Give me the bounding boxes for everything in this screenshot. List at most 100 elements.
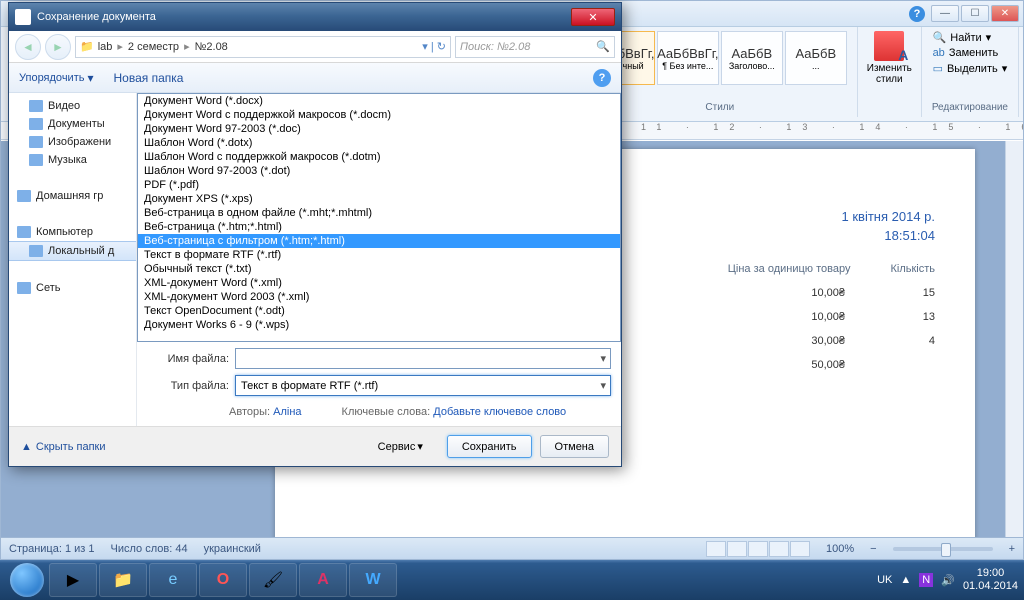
nav-back-button[interactable]: ◄ <box>15 34 41 60</box>
zoom-minus-icon[interactable]: − <box>870 543 876 555</box>
tray-volume-icon[interactable]: 🔊 <box>941 574 955 587</box>
taskbar-item-opera[interactable]: O <box>199 563 247 597</box>
find-button[interactable]: 🔍Найти ▾ <box>933 31 1008 44</box>
search-input[interactable]: Поиск: №2.08 <box>455 36 615 58</box>
tray-clock[interactable]: 19:0001.04.2014 <box>963 567 1018 593</box>
col-price: Ціна за одиницю товару <box>728 263 851 275</box>
minimize-icon[interactable]: — <box>931 5 959 22</box>
filetype-option[interactable]: Обычный текст (*.txt) <box>138 262 620 276</box>
style-gallery-item[interactable]: АаБбВвГг,¶ Без инте... <box>657 31 719 85</box>
nav-item <box>9 261 136 279</box>
nav-item[interactable]: Музыка <box>9 151 136 169</box>
filetype-option[interactable]: Шаблон Word 97-2003 (*.dot) <box>138 164 620 178</box>
zoom-slider[interactable] <box>893 547 993 551</box>
taskbar-item-word[interactable]: W <box>349 563 397 597</box>
vertical-scrollbar[interactable] <box>1005 141 1023 537</box>
filetype-option[interactable]: Текст OpenDocument (*.odt) <box>138 304 620 318</box>
filetype-option[interactable]: Документ Word 97-2003 (*.doc) <box>138 122 620 136</box>
save-button[interactable]: Сохранить <box>447 435 532 458</box>
dialog-toolbar: Упорядочить ▾ Новая папка ? <box>9 63 621 93</box>
status-language[interactable]: украинский <box>204 543 261 555</box>
ribbon-group-editing: 🔍Найти ▾ abЗаменить ▭Выделить ▾ Редактир… <box>922 27 1019 117</box>
filetype-option[interactable]: XML-документ Word (*.xml) <box>138 276 620 290</box>
save-dialog: Сохранение документа ✕ ◄ ► 📁 lab▸ 2 семе… <box>8 2 622 467</box>
style-gallery-item[interactable]: АаБбВЗаголово... <box>721 31 783 85</box>
nav-item <box>9 169 136 187</box>
filetype-option[interactable]: XML-документ Word 2003 (*.xml) <box>138 290 620 304</box>
nav-item[interactable]: Локальный д <box>9 241 136 261</box>
filetype-option[interactable]: Документ Word (*.docx) <box>138 94 620 108</box>
filetype-option[interactable]: Документ Works 6 - 9 (*.wps) <box>138 318 620 332</box>
dialog-titlebar: Сохранение документа ✕ <box>9 3 621 31</box>
filetype-option[interactable]: Веб-страница с фильтром (*.htm;*.html) <box>138 234 620 248</box>
view-buttons[interactable] <box>706 541 810 557</box>
filetype-dropdown-list[interactable]: Документ Word (*.docx)Документ Word с по… <box>137 93 621 342</box>
start-button[interactable] <box>6 560 48 600</box>
nav-item[interactable]: Компьютер <box>9 223 136 241</box>
filename-input[interactable] <box>235 348 611 369</box>
style-gallery-item[interactable]: АаБбВ... <box>785 31 847 85</box>
filetype-option[interactable]: Шаблон Word (*.dotx) <box>138 136 620 150</box>
filetype-combo[interactable]: Текст в формате RTF (*.rtf) <box>235 375 611 396</box>
folder-icon <box>29 136 43 148</box>
dialog-icon <box>15 9 31 25</box>
nav-item[interactable]: Домашняя гр <box>9 187 136 205</box>
filetype-option[interactable]: Шаблон Word с поддержкой макросов (*.dot… <box>138 150 620 164</box>
authors-value[interactable]: Аліна <box>273 406 301 418</box>
breadcrumb[interactable]: 📁 lab▸ 2 семестр▸ №2.08 ▾ | ↻ <box>75 36 451 58</box>
taskbar-item-explorer[interactable]: 📁 <box>99 563 147 597</box>
chevron-down-icon: ▾ <box>417 440 423 453</box>
ribbon-group-change-styles: Изменить стили <box>858 27 922 117</box>
replace-button[interactable]: abЗаменить <box>933 47 1008 59</box>
dialog-footer: ▲Скрыть папки Сервис ▾ Сохранить Отмена <box>9 426 621 466</box>
tags-value[interactable]: Добавьте ключевое слово <box>433 406 566 418</box>
tools-button[interactable]: Сервис ▾ <box>378 440 423 453</box>
ribbon-group-styles: АаБбВвГг,ОбычныйАаБбВвГг,¶ Без инте...Аа… <box>583 27 858 117</box>
filetype-option[interactable]: Текст в формате RTF (*.rtf) <box>138 248 620 262</box>
change-styles-button[interactable]: Изменить стили <box>865 31 913 85</box>
nav-forward-button[interactable]: ► <box>45 34 71 60</box>
status-zoom[interactable]: 100% <box>826 543 854 555</box>
status-words[interactable]: Число слов: 44 <box>111 543 188 555</box>
select-button[interactable]: ▭Выделить ▾ <box>933 62 1008 75</box>
system-tray[interactable]: UK ▲ N 🔊 19:0001.04.2014 <box>877 567 1018 593</box>
nav-item[interactable]: Видео <box>9 97 136 115</box>
taskbar-item-ie[interactable]: e <box>149 563 197 597</box>
taskbar: ▶ 📁 e O 🖌 A W UK ▲ N 🔊 19:0001.04.2014 <box>0 560 1024 600</box>
chevron-up-icon: ▲ <box>21 441 32 453</box>
nav-item[interactable]: Сеть <box>9 279 136 297</box>
help-icon[interactable]: ? <box>909 6 925 22</box>
folder-icon <box>17 226 31 238</box>
taskbar-item-media[interactable]: ▶ <box>49 563 97 597</box>
tray-onenote-icon[interactable]: N <box>919 573 933 587</box>
hide-folders-button[interactable]: ▲Скрыть папки <box>21 441 105 453</box>
select-icon: ▭ <box>933 62 943 75</box>
filetype-option[interactable]: Веб-страница в одном файле (*.mht;*.mhtm… <box>138 206 620 220</box>
new-folder-button[interactable]: Новая папка <box>114 71 184 85</box>
nav-item[interactable]: Изображени <box>9 133 136 151</box>
folder-icon <box>29 154 43 166</box>
dialog-close-button[interactable]: ✕ <box>571 8 615 26</box>
cancel-button[interactable]: Отмена <box>540 435 609 458</box>
filetype-option[interactable]: PDF (*.pdf) <box>138 178 620 192</box>
tray-lang[interactable]: UK <box>877 574 892 586</box>
replace-icon: ab <box>933 47 945 59</box>
taskbar-item-paint[interactable]: 🖌 <box>249 563 297 597</box>
close-icon[interactable]: ✕ <box>991 5 1019 22</box>
tray-flag-icon[interactable]: ▲ <box>900 574 911 586</box>
status-page[interactable]: Страница: 1 из 1 <box>9 543 95 555</box>
find-icon: 🔍 <box>933 31 947 44</box>
taskbar-item-access[interactable]: A <box>299 563 347 597</box>
zoom-plus-icon[interactable]: + <box>1009 543 1015 555</box>
nav-pane: ВидеоДокументыИзображениМузыка Домашняя … <box>9 93 137 426</box>
maximize-icon[interactable]: ☐ <box>961 5 989 22</box>
organize-button[interactable]: Упорядочить ▾ <box>19 71 94 85</box>
folder-icon: 📁 <box>80 40 94 53</box>
folder-icon <box>29 100 43 112</box>
filetype-option[interactable]: Документ XPS (*.xps) <box>138 192 620 206</box>
filetype-option[interactable]: Документ Word с поддержкой макросов (*.d… <box>138 108 620 122</box>
help-icon[interactable]: ? <box>593 69 611 87</box>
dialog-title: Сохранение документа <box>37 11 156 23</box>
filetype-option[interactable]: Веб-страница (*.htm;*.html) <box>138 220 620 234</box>
nav-item[interactable]: Документы <box>9 115 136 133</box>
